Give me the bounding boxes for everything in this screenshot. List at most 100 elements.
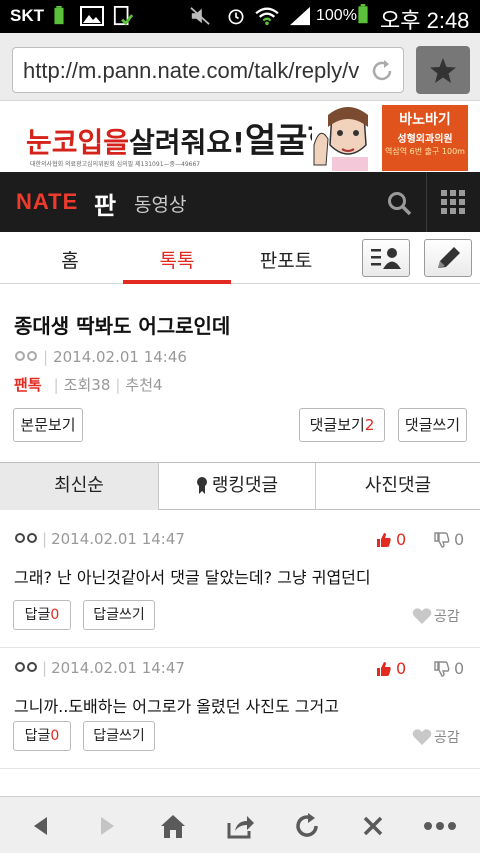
comment-meta: | 2014.02.01 14:47 <box>14 530 185 548</box>
profile-list-button[interactable] <box>362 239 410 277</box>
like-button[interactable]: 공감 <box>412 606 460 626</box>
heart-icon <box>412 608 432 624</box>
post-stats: 팬톡 | 조회38 | 추천4 <box>14 374 163 395</box>
ad-brand: 바노바기 성형외과의원 역삼역 6번 출구 100m <box>382 105 468 171</box>
thumbs-up-icon <box>377 662 391 676</box>
meta-separator: | <box>53 376 59 394</box>
browser-url-bar: http://m.pann.nate.com/talk/reply/v <box>0 33 480 101</box>
post-date: 2014.02.01 14:46 <box>53 348 187 366</box>
comment-item: | 2014.02.01 14:47 0 0 그래? 난 아닌것같아서 댓글 달았… <box>0 530 480 648</box>
reply-label: 답글 <box>24 607 51 623</box>
ad-fineprint: 대한의사협회 의료광고심의위원회 심의필 제131091—중—49667 <box>30 161 201 168</box>
upvote-button[interactable]: 0 <box>376 659 406 678</box>
browser-toolbar <box>0 796 480 853</box>
reply-label: 답글 <box>24 728 51 744</box>
main-tabs: 홈 톡톡 판포토 <box>0 232 480 284</box>
meta-separator: | <box>43 348 49 366</box>
post-recommends: 추천4 <box>125 376 163 394</box>
ad-banner[interactable]: 눈코입을살려줘요!얼굴형 대한의사협회 의료광고심의위원회 심의필 제13109… <box>0 101 480 172</box>
nav-video-link[interactable]: 동영상 <box>134 190 186 217</box>
view-body-button[interactable]: 본문보기 <box>13 408 83 442</box>
reply-button[interactable]: 답글0 <box>13 721 71 751</box>
view-comments-label: 댓글보기 <box>309 416 365 434</box>
reload-icon[interactable] <box>369 58 395 84</box>
medal-icon <box>196 477 207 494</box>
comment-meta: | 2014.02.01 14:47 <box>14 659 185 677</box>
write-post-button[interactable] <box>424 239 472 277</box>
downvote-button[interactable]: 0 <box>434 659 464 678</box>
reply-count: 0 <box>50 728 60 744</box>
url-field[interactable]: http://m.pann.nate.com/talk/reply/v <box>12 47 404 93</box>
star-icon <box>430 58 456 83</box>
status-bar: SKT 100% 오후 2:48 <box>0 0 480 33</box>
meta-separator: | <box>42 530 48 548</box>
bookmark-button[interactable] <box>416 46 470 94</box>
ad-headline: 눈코입을살려줘요!얼굴형 <box>26 113 339 162</box>
comment-item: | 2014.02.01 14:47 0 0 그니까..도배하는 어그로가 올렸던… <box>0 659 480 769</box>
close-icon[interactable] <box>358 811 388 841</box>
write-reply-button[interactable]: 답글쓰기 <box>83 600 155 630</box>
download-done-icon <box>113 6 134 26</box>
ad-brand-location: 역삼역 6번 출구 100m <box>385 147 465 156</box>
like-label: 공감 <box>434 730 460 746</box>
post-category[interactable]: 팬톡 <box>14 376 42 394</box>
meta-separator: | <box>115 376 121 394</box>
view-comments-button[interactable]: 댓글보기2 <box>299 408 385 442</box>
thumbs-up-icon <box>377 533 391 547</box>
forward-icon[interactable] <box>92 811 122 841</box>
ad-face-illustration <box>312 105 382 171</box>
clock: 오후 2:48 <box>380 8 470 33</box>
post-views: 조회38 <box>63 376 111 394</box>
refresh-icon[interactable] <box>292 811 322 841</box>
anonymous-user-icon <box>15 662 37 672</box>
grid-menu-icon[interactable] <box>441 190 465 214</box>
battery-percent: 100% <box>316 7 357 24</box>
sort-photo[interactable]: 사진댓글 <box>316 463 480 510</box>
comment-text: 그니까..도배하는 어그로가 올렸던 사진도 그거고 <box>14 697 339 716</box>
url-text[interactable]: http://m.pann.nate.com/talk/reply/v <box>23 58 363 84</box>
downvote-count: 0 <box>454 530 465 549</box>
upvote-count: 0 <box>396 659 407 678</box>
ad-brand-name: 바노바기 <box>399 112 451 128</box>
user-list-icon <box>371 248 401 269</box>
anonymous-user-icon <box>15 533 37 543</box>
sort-ranking[interactable]: 랭킹댓글 <box>159 463 316 510</box>
sort-ranking-label: 랭킹댓글 <box>211 475 279 496</box>
reply-button[interactable]: 답글0 <box>13 600 71 630</box>
ad-brand-sub: 성형외과의원 <box>397 134 453 145</box>
site-header: NATE 판 동영상 <box>0 172 480 232</box>
like-label: 공감 <box>434 609 460 625</box>
more-icon[interactable] <box>422 811 458 841</box>
like-button[interactable]: 공감 <box>412 727 460 747</box>
sort-latest[interactable]: 최신순 <box>0 463 159 510</box>
ad-content[interactable]: 눈코입을살려줘요!얼굴형 대한의사협회 의료광고심의위원회 심의필 제13109… <box>26 105 468 171</box>
ad-text-red: 눈코입을 <box>26 126 130 159</box>
alarm-icon <box>228 9 244 25</box>
back-icon[interactable] <box>26 811 56 841</box>
tab-panphoto[interactable]: 판포토 <box>258 246 314 273</box>
write-reply-button[interactable]: 답글쓰기 <box>83 721 155 751</box>
tab-talk[interactable]: 톡톡 <box>151 246 203 273</box>
post-meta: | 2014.02.01 14:46 <box>14 348 187 366</box>
share-icon[interactable] <box>225 811 255 841</box>
signal-icon <box>290 6 310 26</box>
upvote-count: 0 <box>396 530 407 549</box>
battery-icon <box>358 4 368 24</box>
header-divider <box>426 172 427 232</box>
ad-text-black: 살려줘요! <box>129 126 245 159</box>
downvote-button[interactable]: 0 <box>434 530 464 549</box>
home-icon[interactable] <box>158 811 188 841</box>
upvote-button[interactable]: 0 <box>376 530 406 549</box>
heart-icon <box>412 729 432 745</box>
anonymous-user-icon <box>15 351 37 361</box>
image-icon <box>80 6 104 26</box>
search-icon[interactable] <box>386 190 412 216</box>
pan-logo[interactable]: 판 <box>94 186 116 221</box>
comment-sort-tabs: 최신순 랭킹댓글 사진댓글 <box>0 462 480 510</box>
write-comment-button[interactable]: 댓글쓰기 <box>398 408 467 442</box>
nate-logo[interactable]: NATE <box>16 189 78 215</box>
thumbs-down-icon <box>434 661 450 677</box>
wifi-icon <box>255 7 279 26</box>
tab-home[interactable]: 홈 <box>58 246 82 273</box>
downvote-count: 0 <box>454 659 465 678</box>
